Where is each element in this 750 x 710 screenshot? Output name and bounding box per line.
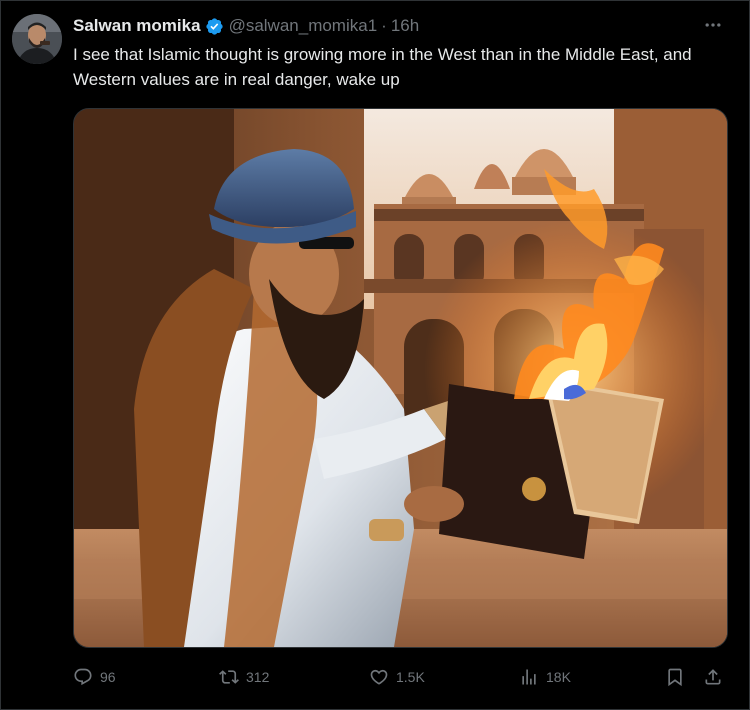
- tweet-media-image[interactable]: [73, 108, 728, 648]
- verified-badge-icon: [205, 17, 223, 35]
- like-count: 1.5K: [396, 669, 425, 685]
- tweet-text: I see that Islamic thought is growing mo…: [73, 45, 692, 89]
- avatar-image: [12, 14, 62, 64]
- retweet-count: 312: [246, 669, 270, 685]
- bookmark-button[interactable]: [665, 664, 685, 690]
- heart-icon: [370, 669, 388, 685]
- bar-chart-icon: [522, 669, 536, 685]
- tweet-timestamp[interactable]: 16h: [391, 16, 419, 36]
- reply-button[interactable]: 96: [73, 664, 116, 690]
- views-button[interactable]: 18K: [519, 664, 571, 690]
- tweet-header: Salwan momika @salwan_momika1 · 16h: [73, 14, 419, 38]
- retweet-button[interactable]: 312: [219, 664, 269, 690]
- ai-image-man-burning-book: [74, 109, 727, 647]
- retweet-icon: [219, 670, 239, 684]
- author-handle[interactable]: @salwan_momika1: [229, 16, 378, 36]
- share-icon: [705, 669, 721, 685]
- tweet-actions-bar: 96 312 1.5K 18K: [73, 664, 733, 690]
- bookmark-icon: [668, 668, 682, 687]
- reply-count: 96: [100, 669, 116, 685]
- like-button[interactable]: 1.5K: [369, 664, 425, 690]
- share-button[interactable]: [703, 664, 723, 690]
- ellipsis-icon: [705, 23, 721, 27]
- header-separator: ·: [381, 16, 387, 35]
- more-options-button[interactable]: [702, 14, 724, 36]
- author-avatar[interactable]: [12, 14, 62, 64]
- views-count: 18K: [546, 669, 571, 685]
- comment-bubble-icon: [74, 668, 92, 686]
- author-name[interactable]: Salwan momika: [73, 16, 201, 36]
